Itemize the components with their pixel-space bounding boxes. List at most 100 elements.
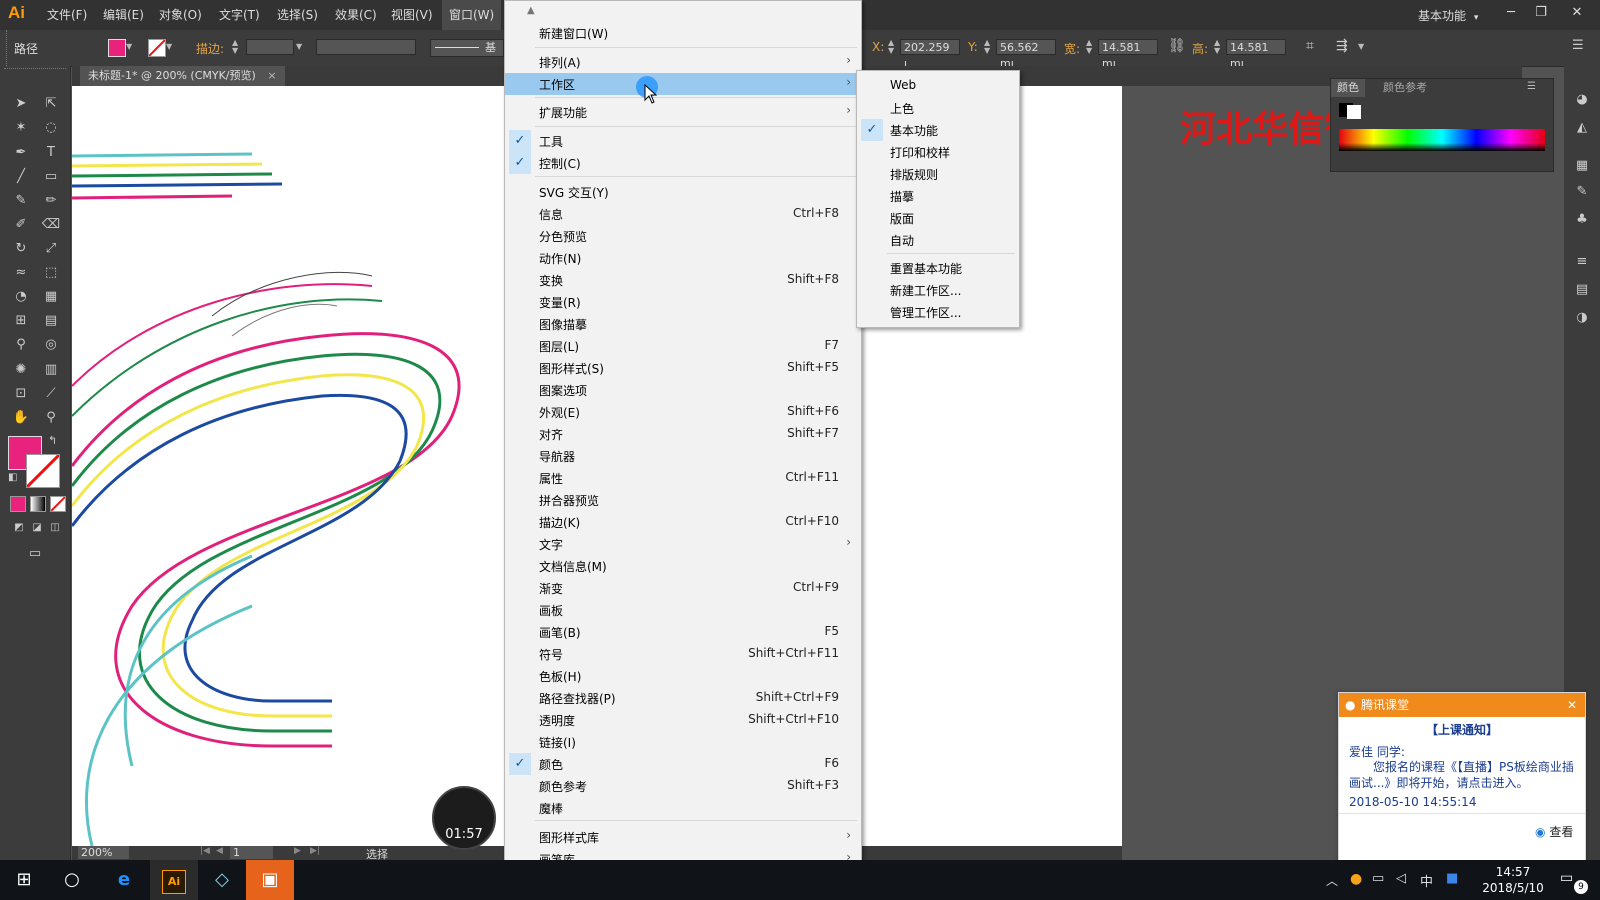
menu-select[interactable]: 选择(S) [270, 0, 325, 30]
window-menu-item[interactable]: 分色预览 [505, 225, 861, 247]
last-page-icon[interactable]: ▶| [310, 846, 320, 856]
hand-tool-icon[interactable]: ✋ [10, 408, 32, 428]
tab-color[interactable]: 颜色 [1331, 79, 1365, 97]
network-icon[interactable]: ▭ [1372, 871, 1384, 886]
width-field[interactable]: 14.581 mı [1098, 39, 1158, 70]
window-menu-item[interactable]: 透明度 Shift+Ctrl+F10 [505, 709, 861, 731]
chevron-down-icon[interactable]: ▼ [296, 42, 302, 51]
window-menu-item[interactable]: 变量(R) [505, 291, 861, 313]
draw-inside-icon[interactable]: ◫ [44, 518, 66, 538]
window-menu-item[interactable]: ✓ 工具 [505, 130, 861, 152]
menu-file[interactable]: 文件(F) [40, 0, 94, 30]
window-menu-item[interactable]: 信息 Ctrl+F8 [505, 203, 861, 225]
direct-selection-tool-icon[interactable]: ⇱ [40, 94, 62, 114]
transparency-panel-icon[interactable]: ◑ [1571, 308, 1593, 328]
menu-effect[interactable]: 效果(C) [328, 0, 384, 30]
window-menu-item[interactable]: 外观(E) Shift+F6 [505, 401, 861, 423]
workspace-menu-item[interactable]: 打印和校样 [857, 141, 1019, 163]
window-menu-item[interactable]: 新建窗口(W) [505, 22, 861, 44]
close-icon[interactable]: × [267, 69, 276, 82]
rotate-tool-icon[interactable]: ↻ [10, 239, 32, 259]
symbols-icon[interactable]: ♣ [1571, 210, 1593, 230]
eyedropper-tool-icon[interactable]: ⚲ [10, 335, 32, 355]
taskbar-illustrator[interactable]: Ai [150, 860, 198, 900]
window-menu-item[interactable]: 对齐 Shift+F7 [505, 423, 861, 445]
window-menu-item[interactable]: 颜色参考 Shift+F3 [505, 775, 861, 797]
gradient-panel-icon[interactable]: ▤ [1571, 280, 1593, 300]
transform-icon[interactable]: ⌗ [1306, 38, 1314, 54]
tencent-classroom-taskbar-icon[interactable]: ▣ [246, 860, 294, 900]
view-button[interactable]: ◉ 查看 [1535, 823, 1573, 840]
chevron-down-icon[interactable]: ▼ [126, 42, 132, 51]
stroke-panel-icon[interactable]: ≡ [1571, 252, 1593, 272]
x-field[interactable]: 202.259 ı [900, 39, 960, 70]
window-menu-item[interactable]: 文字 › [505, 533, 861, 555]
color-panel-icon[interactable]: ◕ [1571, 90, 1593, 110]
y-field[interactable]: 56.562 mı [996, 39, 1056, 70]
height-field[interactable]: 14.581 mı [1226, 39, 1286, 70]
default-colors-icon[interactable]: ◧ [8, 472, 17, 483]
window-menu-item[interactable]: 图形样式库 › [505, 826, 861, 848]
window-menu-item[interactable]: 链接(I) [505, 731, 861, 753]
workspace-switcher[interactable]: 基本功能 ▾ [1418, 7, 1478, 24]
panel-menu-icon[interactable]: ☰ [1527, 81, 1536, 92]
menu-window[interactable]: 窗口(W) [442, 0, 502, 30]
variable-width-field[interactable] [316, 39, 416, 55]
window-menu-item[interactable]: 色板(H) [505, 665, 861, 687]
shape-builder-tool-icon[interactable]: ◔ [10, 287, 32, 307]
user-tray-icon[interactable]: ■ [1446, 871, 1458, 886]
symbol-sprayer-tool-icon[interactable]: ✺ [10, 360, 32, 380]
prev-page-icon[interactable]: ◀ [216, 846, 223, 856]
chevron-up-icon[interactable]: ︿ [1326, 872, 1338, 889]
window-menu-item[interactable]: SVG 交互(Y) [505, 181, 861, 203]
chevron-down-icon[interactable]: ▼ [1358, 42, 1364, 51]
selection-tool-icon[interactable]: ➤ [10, 94, 32, 114]
link-icon[interactable]: ⛓ [1168, 38, 1186, 54]
tencent-classroom-notification[interactable]: ● 腾讯课堂 ✕ 【上课通知】 爱佳 同学: 您报名的课程《【直播】PS板绘商业… [1338, 692, 1586, 862]
workspace-menu-item[interactable]: 描摹 [857, 185, 1019, 207]
volume-icon[interactable]: ◁ [1396, 871, 1406, 886]
workspace-menu-item[interactable]: 自动 [857, 229, 1019, 251]
line-tool-icon[interactable]: ╱ [10, 167, 32, 187]
perspective-grid-tool-icon[interactable]: ▦ [40, 287, 62, 307]
rectangle-tool-icon[interactable]: ▭ [40, 167, 62, 187]
app-icon[interactable]: ◇ [198, 860, 246, 900]
mesh-tool-icon[interactable]: ⊞ [10, 311, 32, 331]
menu-view[interactable]: 视图(V) [384, 0, 440, 30]
eraser-tool-icon[interactable]: ⌫ [40, 215, 62, 235]
width-tool-icon[interactable]: ≈ [10, 263, 32, 283]
gradient-tool-icon[interactable]: ▤ [40, 311, 62, 331]
blend-tool-icon[interactable]: ◎ [40, 335, 62, 355]
restore-button[interactable]: ❐ [1526, 2, 1556, 24]
document-tab[interactable]: 未标题-1* @ 200% (CMYK/预览) × [80, 66, 285, 86]
clock[interactable]: 14:57 2018/5/10 [1478, 864, 1548, 896]
slice-tool-icon[interactable]: ⟋ [40, 384, 62, 404]
blob-brush-tool-icon[interactable]: ✐ [10, 215, 32, 235]
ime-indicator[interactable]: 中 [1420, 871, 1433, 890]
window-menu-item[interactable]: 描边(K) Ctrl+F10 [505, 511, 861, 533]
window-menu-item[interactable]: 路径查找器(P) Shift+Ctrl+F9 [505, 687, 861, 709]
window-menu-item[interactable]: 画板 [505, 599, 861, 621]
workspace-menu-item[interactable]: ✓ 基本功能 [857, 119, 1019, 141]
zoom-field[interactable]: 200% [78, 846, 129, 859]
panel-grip[interactable] [4, 68, 66, 75]
stepper-icon[interactable]: ▲ ▼ [1086, 39, 1092, 55]
panel-grip[interactable] [6, 30, 10, 66]
workspace-menu-item[interactable]: 版面 [857, 207, 1019, 229]
column-graph-tool-icon[interactable]: ▥ [40, 360, 62, 380]
window-menu-item[interactable]: 图像描摹 [505, 313, 861, 335]
brush-style-field[interactable]: 基 [430, 39, 504, 57]
swatches-icon[interactable]: ▦ [1571, 156, 1593, 176]
window-menu-item[interactable]: 渐变 Ctrl+F9 [505, 577, 861, 599]
window-menu-item[interactable]: 工作区 › [505, 73, 861, 95]
workspace-menu-item[interactable]: 管理工作区... [857, 301, 1019, 323]
window-menu-item[interactable]: 导航器 [505, 445, 861, 467]
window-menu-item[interactable]: 魔棒 [505, 797, 861, 819]
stroke-color-box[interactable] [26, 454, 60, 488]
close-icon[interactable]: ✕ [1567, 693, 1577, 717]
window-menu-item[interactable]: 图形样式(S) Shift+F5 [505, 357, 861, 379]
workspace-menu-item[interactable]: Web [857, 75, 1019, 97]
menu-object[interactable]: 对象(O) [152, 0, 209, 30]
workspace-menu-item[interactable]: 上色 [857, 97, 1019, 119]
windows-start-icon[interactable]: ⊞ [0, 860, 48, 900]
